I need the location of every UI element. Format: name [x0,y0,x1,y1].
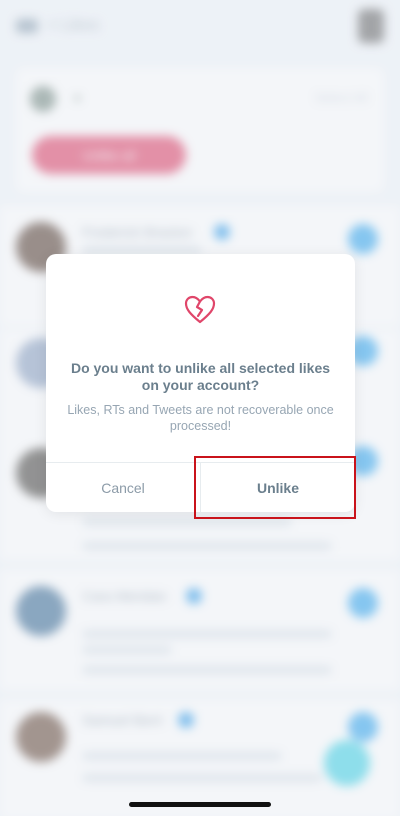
cancel-button[interactable]: Cancel [46,463,200,512]
dialog-title: Do you want to unlike all selected likes… [70,360,331,393]
home-indicator [129,802,271,807]
dialog-actions: Cancel Unlike [46,462,355,512]
unlike-button[interactable]: Unlike [200,463,355,512]
unlike-confirm-dialog: Do you want to unlike all selected likes… [46,254,355,512]
broken-heart-icon [184,295,216,324]
dialog-message: Likes, RTs and Tweets are not recoverabl… [67,403,334,433]
